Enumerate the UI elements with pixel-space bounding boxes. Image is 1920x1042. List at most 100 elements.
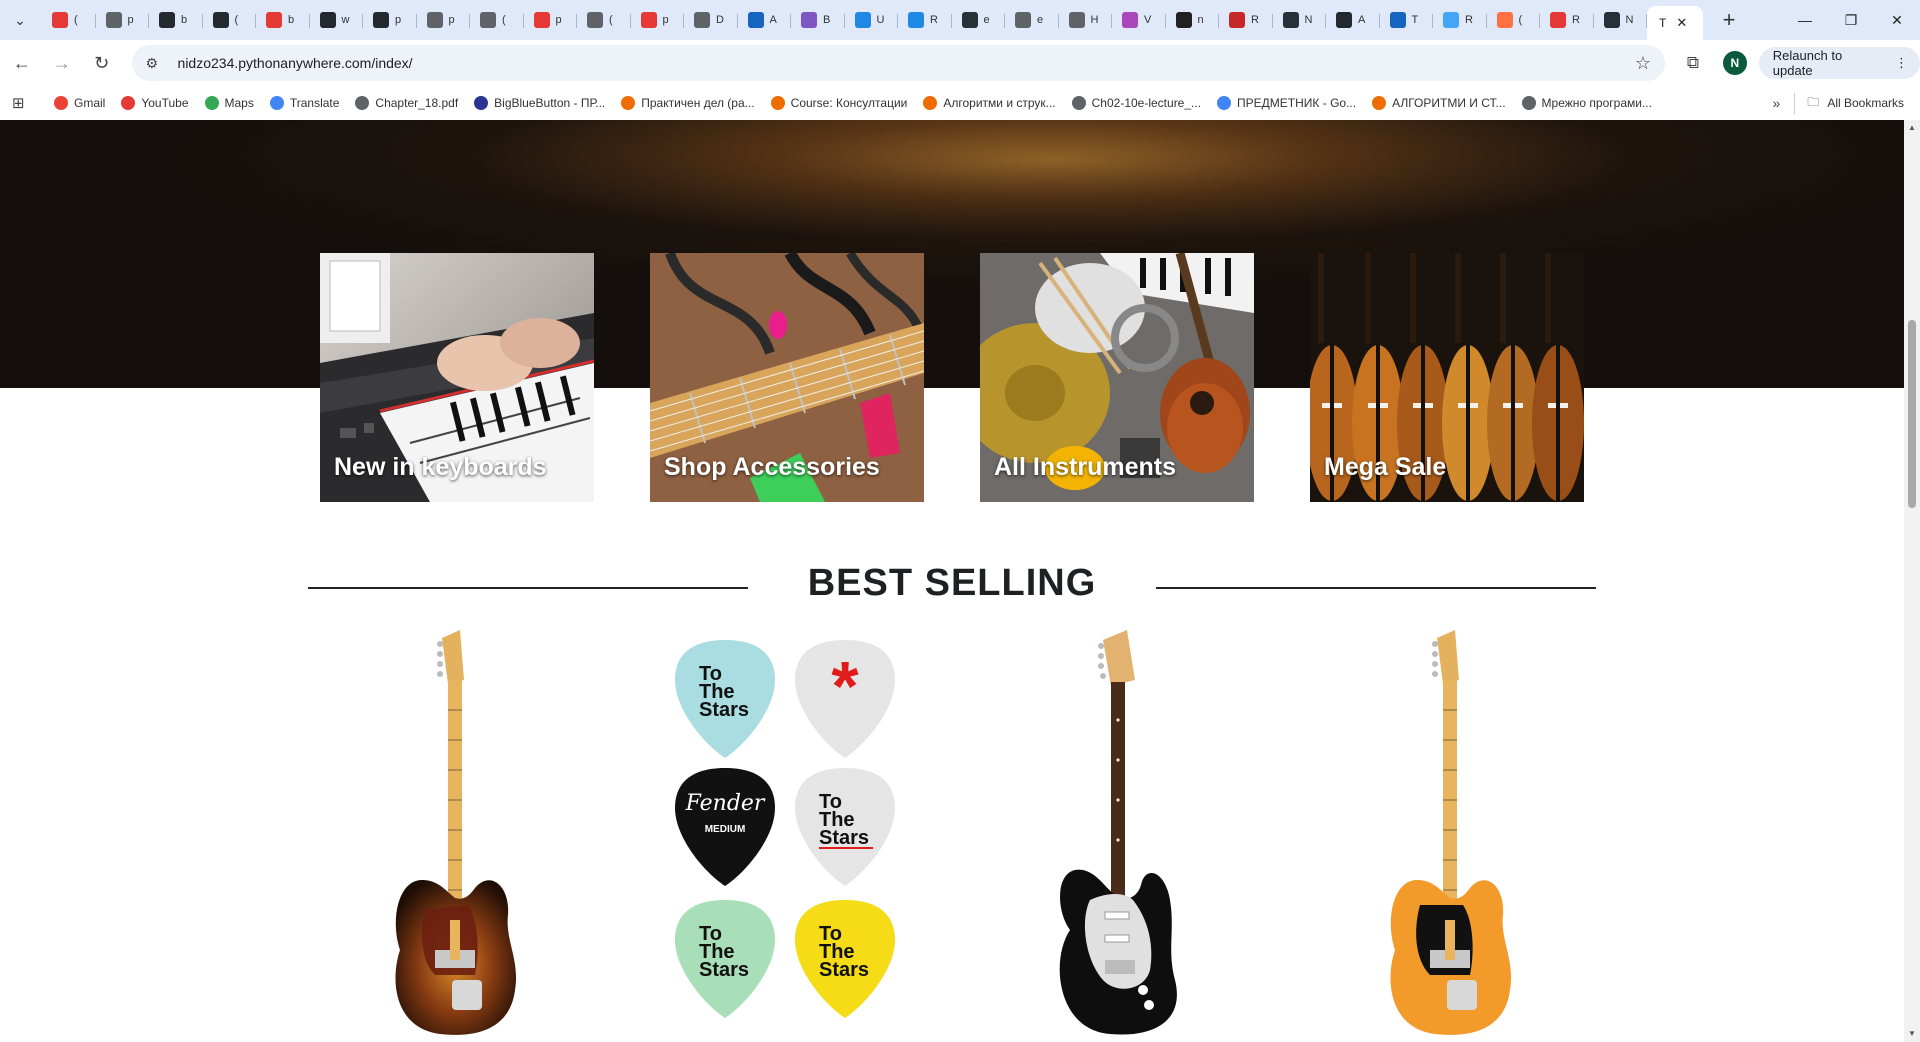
forward-icon[interactable]: → (44, 45, 80, 81)
hero-banner-image (0, 120, 1904, 388)
bookmark-item[interactable]: YouTube (113, 89, 196, 117)
profile-avatar[interactable]: N (1722, 51, 1747, 75)
section-heading: BEST SELLING (807, 562, 1097, 604)
tab-favicon-icon (908, 12, 924, 28)
browser-tab[interactable]: p (363, 5, 417, 35)
bookmark-item[interactable]: Course: Консултации (763, 89, 916, 117)
more-menu-icon[interactable]: ⋮ (1895, 55, 1908, 71)
browser-tab[interactable]: e (952, 5, 1006, 35)
minimize-icon[interactable]: — (1782, 0, 1828, 40)
browser-tab[interactable]: e (1005, 5, 1059, 35)
browser-tab[interactable]: V (1112, 5, 1166, 35)
bookmark-favicon-icon (355, 96, 370, 110)
tab-favicon-icon (854, 12, 871, 28)
extensions-icon[interactable]: ⧉ (1675, 45, 1711, 81)
browser-tab[interactable]: R (1219, 5, 1273, 35)
browser-tab[interactable]: ( (577, 5, 631, 35)
product-card[interactable] (380, 630, 530, 1042)
bookmark-item[interactable]: Мрежно програми... (1514, 89, 1660, 117)
back-icon[interactable]: ← (4, 45, 40, 81)
browser-tab[interactable]: w (310, 5, 364, 35)
tab-title: N (1625, 14, 1634, 26)
browser-tab[interactable]: n (1166, 5, 1220, 35)
browser-tab[interactable]: b (256, 5, 310, 35)
bookmark-item[interactable]: Алгоритми и струк... (915, 89, 1063, 117)
guitar-picks-pack-image: To The Stars * Fender MEDIUM To The Star… (675, 640, 895, 1018)
relaunch-button[interactable]: Relaunch to update ⋮ (1758, 47, 1920, 79)
browser-tab[interactable]: ( (470, 5, 524, 35)
tab-favicon-icon (1068, 12, 1085, 28)
reload-icon[interactable]: ↻ (84, 45, 120, 81)
bookmark-item[interactable]: Chapter_18.pdf (347, 89, 466, 117)
browser-tab[interactable]: p (417, 5, 471, 35)
url-text[interactable]: nidzo234.pythonanywhere.com/index/ (178, 55, 1635, 71)
product-card[interactable]: To The Stars * Fender MEDIUM To The Star… (670, 640, 910, 1042)
browser-tab[interactable]: T (1380, 5, 1434, 35)
address-bar[interactable]: ⚙ nidzo234.pythonanywhere.com/index/ ☆ (131, 45, 1666, 81)
browser-tab[interactable]: B (791, 5, 845, 35)
tab-title: w (341, 14, 350, 26)
restore-icon[interactable]: ❐ (1828, 0, 1874, 40)
all-bookmarks-label: All Bookmarks (1827, 96, 1904, 110)
tab-title: p (448, 14, 455, 26)
category-card-accessories[interactable]: Shop Accessories (650, 253, 924, 502)
bookmark-item[interactable]: Maps (197, 89, 262, 117)
all-bookmarks-button[interactable]: 🗀 All Bookmarks (1794, 92, 1920, 114)
web-page: New in keyboards Shop Accessories All In… (0, 120, 1904, 1042)
browser-tab[interactable]: ( (203, 5, 257, 35)
category-card-keyboards[interactable]: New in keyboards (320, 253, 594, 502)
close-tab-icon[interactable]: ✕ (1676, 15, 1687, 31)
bookmark-item[interactable]: Ch02-10e-lecture_... (1064, 89, 1209, 117)
scroll-down-arrow-icon[interactable]: ▼ (1904, 1026, 1920, 1042)
browser-tab[interactable]: N (1594, 5, 1648, 35)
guitar-black-stratocaster-image (1059, 630, 1177, 1035)
bookmark-favicon-icon (770, 96, 785, 110)
browser-tab[interactable]: A (738, 5, 792, 35)
category-card-instruments[interactable]: All Instruments (980, 253, 1254, 502)
category-card-sale[interactable]: Mega Sale (1310, 253, 1584, 502)
browser-tab[interactable]: U (845, 5, 899, 35)
bookmark-item[interactable]: Translate (262, 89, 348, 117)
close-window-icon[interactable]: ✕ (1874, 0, 1920, 40)
active-tab[interactable]: T ✕ (1647, 6, 1703, 40)
browser-tab[interactable]: N (1273, 5, 1327, 35)
svg-text:MEDIUM: MEDIUM (705, 824, 746, 835)
browser-tab[interactable]: p (524, 5, 578, 35)
browser-tab[interactable]: ( (1487, 5, 1541, 35)
browser-tab[interactable]: D (684, 5, 738, 35)
bookmark-item[interactable]: АЛГОРИТМИ И СТ... (1364, 89, 1513, 117)
bookmark-star-icon[interactable]: ☆ (1635, 53, 1651, 74)
new-tab-button[interactable]: + (1715, 6, 1743, 34)
tab-title: A (769, 14, 777, 26)
scrollbar-thumb[interactable] (1908, 320, 1916, 508)
product-card[interactable] (1045, 630, 1195, 1042)
bookmarks-overflow-icon[interactable]: » (1759, 95, 1795, 111)
tab-favicon-icon (159, 12, 175, 28)
tab-title: V (1144, 14, 1152, 26)
bookmark-label: Алгоритми и струк... (943, 96, 1056, 110)
bookmark-label: Chapter_18.pdf (375, 96, 459, 110)
browser-tab[interactable]: R (1540, 5, 1594, 35)
browser-tab[interactable]: ( (42, 5, 96, 35)
bookmark-item[interactable]: Практичен дел (ра... (613, 89, 762, 117)
page-scrollbar[interactable]: ▲ ▼ (1904, 120, 1920, 1042)
browser-tab[interactable]: R (1433, 5, 1487, 35)
tab-favicon-icon (1496, 12, 1513, 28)
browser-tab[interactable]: b (149, 5, 203, 35)
tab-favicon-icon (1015, 12, 1031, 28)
product-card[interactable] (1375, 630, 1525, 1042)
apps-grid-icon[interactable]: ⊞ (12, 94, 46, 112)
browser-tab[interactable]: A (1326, 5, 1380, 35)
browser-tab[interactable]: R (898, 5, 952, 35)
browser-tab[interactable]: H (1059, 5, 1113, 35)
bookmark-item[interactable]: Gmail (46, 89, 113, 117)
bookmark-label: YouTube (141, 96, 189, 110)
bookmark-item[interactable]: BigBlueButton - ПР... (466, 89, 613, 117)
browser-tab[interactable]: p (96, 5, 150, 35)
site-info-icon[interactable]: ⚙ (146, 55, 168, 72)
tab-title: p (555, 14, 562, 26)
bookmark-item[interactable]: ПРЕДМЕТНИК - Go... (1209, 89, 1364, 117)
tab-search-icon[interactable]: ⌄ (6, 6, 34, 34)
scroll-up-arrow-icon[interactable]: ▲ (1904, 120, 1920, 136)
browser-tab[interactable]: p (631, 5, 685, 35)
